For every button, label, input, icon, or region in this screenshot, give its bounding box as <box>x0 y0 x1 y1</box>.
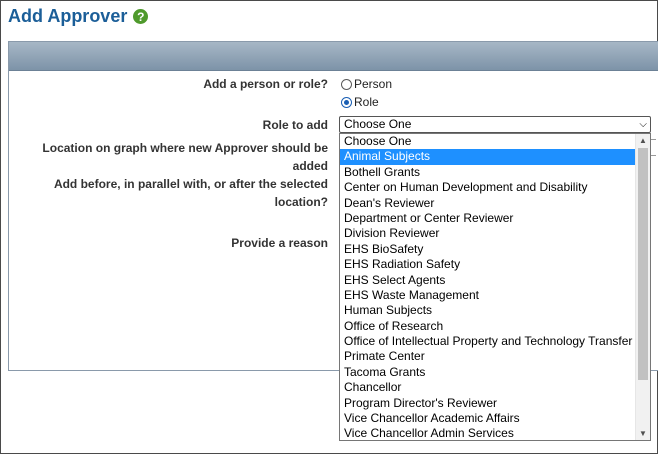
reason-label: Provide a reason <box>231 236 328 250</box>
role-to-add-label: Role to add <box>262 118 328 132</box>
dropdown-option[interactable]: EHS Waste Management <box>340 288 650 303</box>
person-or-role-label: Add a person or role? <box>203 77 328 91</box>
dropdown-option[interactable]: Center on Human Development and Disabili… <box>340 180 650 195</box>
scroll-down-arrow-icon[interactable]: ▼ <box>636 427 650 440</box>
dropdown-option[interactable]: EHS BioSafety <box>340 242 650 257</box>
radio-role-label: Role <box>354 95 379 109</box>
dropdown-option[interactable]: Primate Center <box>340 349 650 364</box>
position-label: Add before, in parallel with, or after t… <box>54 175 328 211</box>
radio-person[interactable]: Person <box>341 77 392 91</box>
location-label: Location on graph where new Approver sho… <box>42 139 328 175</box>
dropdown-option[interactable]: Choose One <box>340 134 650 149</box>
dropdown-option[interactable]: EHS Radiation Safety <box>340 257 650 272</box>
dropdown-option[interactable]: Dean's Reviewer <box>340 196 650 211</box>
page-title-row: Add Approver ? <box>8 6 149 27</box>
dropdown-option[interactable]: Human Subjects <box>340 303 650 318</box>
dropdown-option[interactable]: Program Director's Reviewer <box>340 396 650 411</box>
role-select-value: Choose One <box>344 117 412 131</box>
dropdown-option[interactable]: Bothell Grants <box>340 165 650 180</box>
dropdown-option[interactable]: Department or Center Reviewer <box>340 211 650 226</box>
dropdown-option[interactable]: Office of Intellectual Property and Tech… <box>340 334 650 349</box>
radio-role-button[interactable] <box>341 96 352 108</box>
dropdown-option[interactable]: Chancellor <box>340 380 650 395</box>
radio-person-label: Person <box>354 77 393 91</box>
role-dropdown-list[interactable]: Choose One Animal Subjects Bothell Grants C… <box>339 133 651 441</box>
dropdown-scrollbar[interactable]: ▲ ▼ <box>635 134 650 440</box>
position-label-line2: location? <box>274 195 328 209</box>
help-icon[interactable]: ? <box>133 9 149 24</box>
role-select[interactable]: Choose One ⌵ <box>339 116 651 133</box>
location-label-line2: added <box>292 159 328 173</box>
dropdown-items: Choose One Animal Subjects Bothell Grants C… <box>340 134 650 440</box>
dropdown-option[interactable]: Vice Chancellor Admin Services <box>340 426 650 440</box>
page-title: Add Approver <box>8 6 128 26</box>
dropdown-option[interactable]: Vice Chancellor Academic Affairs <box>340 411 650 426</box>
dropdown-option[interactable]: EHS Select Agents <box>340 273 650 288</box>
scroll-up-arrow-icon[interactable]: ▲ <box>636 134 650 147</box>
scroll-thumb[interactable] <box>638 148 648 380</box>
dropdown-option[interactable]: Office of Research <box>340 319 650 334</box>
radio-role[interactable]: Role <box>341 95 379 109</box>
panel-header <box>9 42 658 71</box>
chevron-down-icon: ⌵ <box>639 119 647 130</box>
position-label-line1: Add before, in parallel with, or after t… <box>53 177 328 191</box>
radio-person-button[interactable] <box>341 78 352 90</box>
location-label-line1: Location on graph where new Approver sho… <box>42 141 328 155</box>
dropdown-option[interactable]: Animal Subjects <box>340 149 650 165</box>
dropdown-option[interactable]: Tacoma Grants <box>340 365 650 380</box>
dropdown-option[interactable]: Division Reviewer <box>340 226 650 241</box>
